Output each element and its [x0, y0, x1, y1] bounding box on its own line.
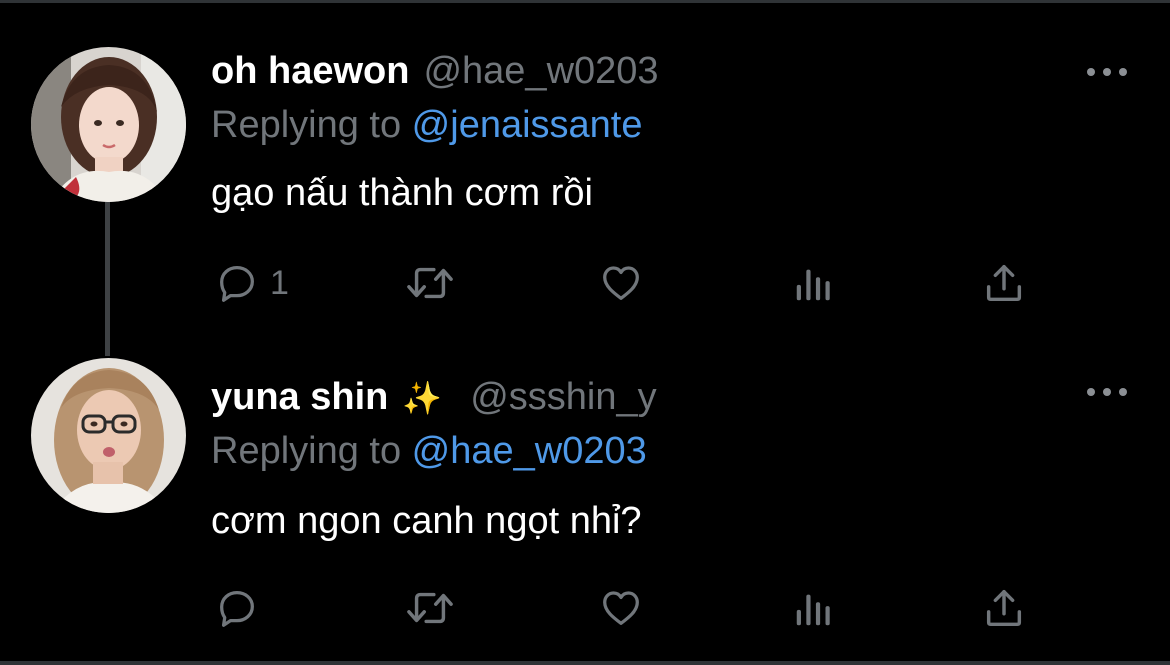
- tweet-header: oh haewon @hae_w0203: [211, 50, 659, 93]
- reply-target-link[interactable]: @jenaissante: [412, 104, 643, 146]
- replying-to-label: Replying to: [211, 104, 412, 146]
- retweet-icon: [407, 592, 453, 624]
- analytics-icon: [796, 269, 830, 301]
- heart-icon: [603, 266, 639, 300]
- action-bar: 1: [0, 258, 1170, 308]
- avatar-oh-haewon[interactable]: [31, 47, 186, 202]
- avatar-yuna-shin[interactable]: [31, 358, 186, 513]
- retweet-button[interactable]: [402, 583, 458, 633]
- reply-target-link[interactable]: @hae_w0203: [412, 430, 647, 472]
- user-handle[interactable]: @hae_w0203: [423, 50, 658, 93]
- share-icon: [986, 589, 1022, 627]
- like-button[interactable]: [597, 258, 645, 308]
- analytics-button[interactable]: [792, 258, 836, 308]
- share-button[interactable]: [981, 583, 1027, 633]
- like-button[interactable]: [597, 583, 645, 633]
- replying-to-line: Replying to @hae_w0203: [211, 430, 647, 473]
- reply-icon: [220, 591, 254, 627]
- share-icon: [986, 264, 1022, 302]
- more-dots-icon[interactable]: [1087, 386, 1127, 398]
- analytics-button[interactable]: [792, 583, 836, 633]
- tweet-text: gạo nấu thành cơm rồi: [211, 172, 593, 214]
- tweet-1: oh haewon @hae_w0203 Replying to @jenais…: [0, 0, 1170, 356]
- tweet-2: yuna shin ✨ @ssshin_y Replying to @hae_w…: [0, 340, 1170, 665]
- replying-to-line: Replying to @jenaissante: [211, 104, 643, 147]
- more-dots-icon[interactable]: [1087, 66, 1127, 78]
- sparkles-icon: ✨: [402, 379, 443, 417]
- reply-button[interactable]: 1: [214, 258, 289, 308]
- heart-icon: [603, 591, 639, 625]
- retweet-button[interactable]: [402, 258, 458, 308]
- analytics-icon: [796, 594, 830, 626]
- share-button[interactable]: [981, 258, 1027, 308]
- replying-to-label: Replying to: [211, 430, 412, 472]
- display-name[interactable]: oh haewon: [211, 50, 409, 93]
- user-handle[interactable]: @ssshin_y: [470, 376, 656, 419]
- reply-button[interactable]: [214, 583, 270, 633]
- retweet-icon: [407, 267, 453, 299]
- display-name[interactable]: yuna shin: [211, 376, 388, 419]
- reply-count: 1: [270, 263, 289, 302]
- tweet-text: cơm ngon canh ngọt nhỉ?: [211, 500, 642, 542]
- tweet-header: yuna shin ✨ @ssshin_y: [211, 376, 657, 419]
- bottom-border: [0, 661, 1170, 665]
- action-bar: [0, 583, 1170, 633]
- reply-icon: [220, 266, 254, 302]
